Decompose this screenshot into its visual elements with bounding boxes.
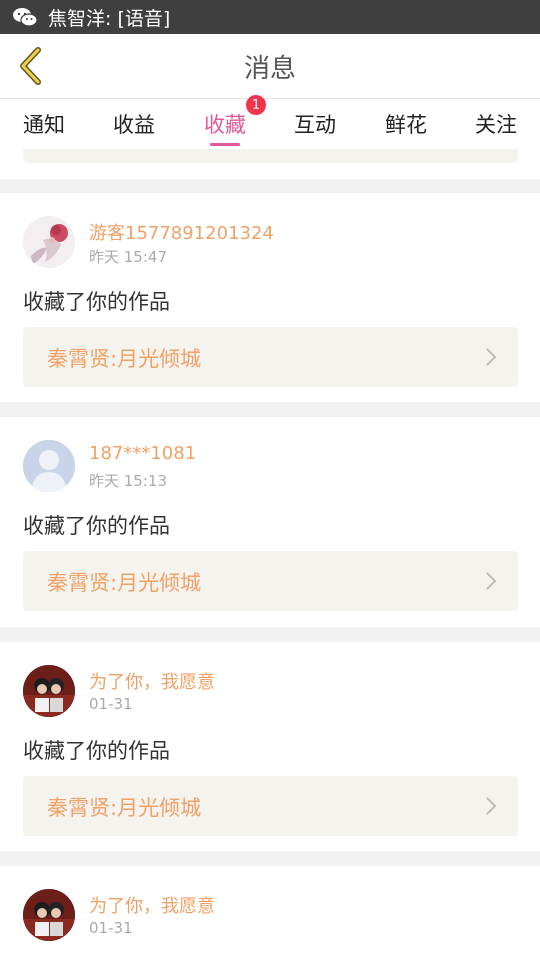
page-title: 消息	[243, 53, 296, 84]
user-avatar[interactable]	[23, 665, 75, 717]
chevron-right-icon	[486, 348, 497, 366]
tab-label: 通知	[23, 113, 65, 137]
chevron-right-icon	[486, 572, 497, 590]
user-avatar[interactable]	[23, 216, 75, 268]
tab-flowers[interactable]: 鲜花	[371, 99, 441, 149]
unread-badge: 1	[246, 95, 266, 115]
active-tab-indicator	[210, 143, 240, 146]
user-avatar[interactable]	[23, 440, 75, 492]
back-button[interactable]	[10, 46, 50, 86]
status-notification-text: 焦智洋: [语音]	[48, 7, 171, 30]
tab-notifications[interactable]: 通知	[9, 99, 79, 149]
tab-label: 关注	[475, 113, 517, 137]
tab-label: 收藏 1	[204, 95, 266, 139]
tab-interactions[interactable]: 互动	[280, 99, 350, 149]
username[interactable]: 187***1081	[89, 443, 196, 464]
message-card: 游客1577891201324 昨天 15:47 收藏了你的作品 秦霄贤:月光倾…	[0, 193, 540, 402]
message-card: 为了你，我愿意 01-31	[0, 866, 540, 960]
tab-bar: 通知 收益 收藏 1 互动 鲜花 关注	[0, 95, 540, 149]
user-avatar[interactable]	[23, 889, 75, 941]
username[interactable]: 为了你，我愿意	[89, 668, 215, 694]
work-title: 秦霄贤:月光倾城	[47, 796, 202, 820]
action-text: 收藏了你的作品	[23, 739, 170, 763]
message-time: 01-31	[89, 695, 133, 713]
tab-label: 鲜花	[385, 113, 427, 137]
tab-earnings[interactable]: 收益	[99, 99, 169, 149]
message-time: 01-31	[89, 919, 133, 937]
message-card-partial	[0, 149, 540, 179]
tab-favorites[interactable]: 收藏 1	[190, 95, 266, 149]
work-link[interactable]: 秦霄贤:月光倾城	[23, 776, 518, 836]
username[interactable]: 游客1577891201324	[89, 219, 274, 245]
tab-label-text: 收藏	[204, 113, 246, 137]
work-link[interactable]: 秦霄贤:月光倾城	[23, 327, 518, 387]
wechat-icon	[12, 7, 38, 27]
message-time: 昨天 15:47	[89, 248, 167, 266]
action-text: 收藏了你的作品	[23, 290, 170, 314]
chevron-right-icon	[486, 797, 497, 815]
message-card: 为了你，我愿意 01-31 收藏了你的作品 秦霄贤:月光倾城	[0, 642, 540, 851]
work-title: 秦霄贤:月光倾城	[47, 347, 202, 371]
message-card: 187***1081 昨天 15:13 收藏了你的作品 秦霄贤:月光倾城	[0, 417, 540, 627]
work-title: 秦霄贤:月光倾城	[47, 571, 202, 595]
work-link-partial[interactable]	[23, 149, 518, 163]
tab-label: 收益	[113, 113, 155, 137]
chevron-left-icon	[20, 47, 41, 85]
tab-label: 互动	[294, 113, 336, 137]
top-app-bar: 消息	[0, 34, 540, 99]
action-text: 收藏了你的作品	[23, 514, 170, 538]
work-link[interactable]: 秦霄贤:月光倾城	[23, 551, 518, 611]
tab-following[interactable]: 关注	[461, 99, 531, 149]
message-time: 昨天 15:13	[89, 472, 167, 490]
status-bar: 焦智洋: [语音]	[0, 0, 540, 34]
username[interactable]: 为了你，我愿意	[89, 892, 215, 918]
